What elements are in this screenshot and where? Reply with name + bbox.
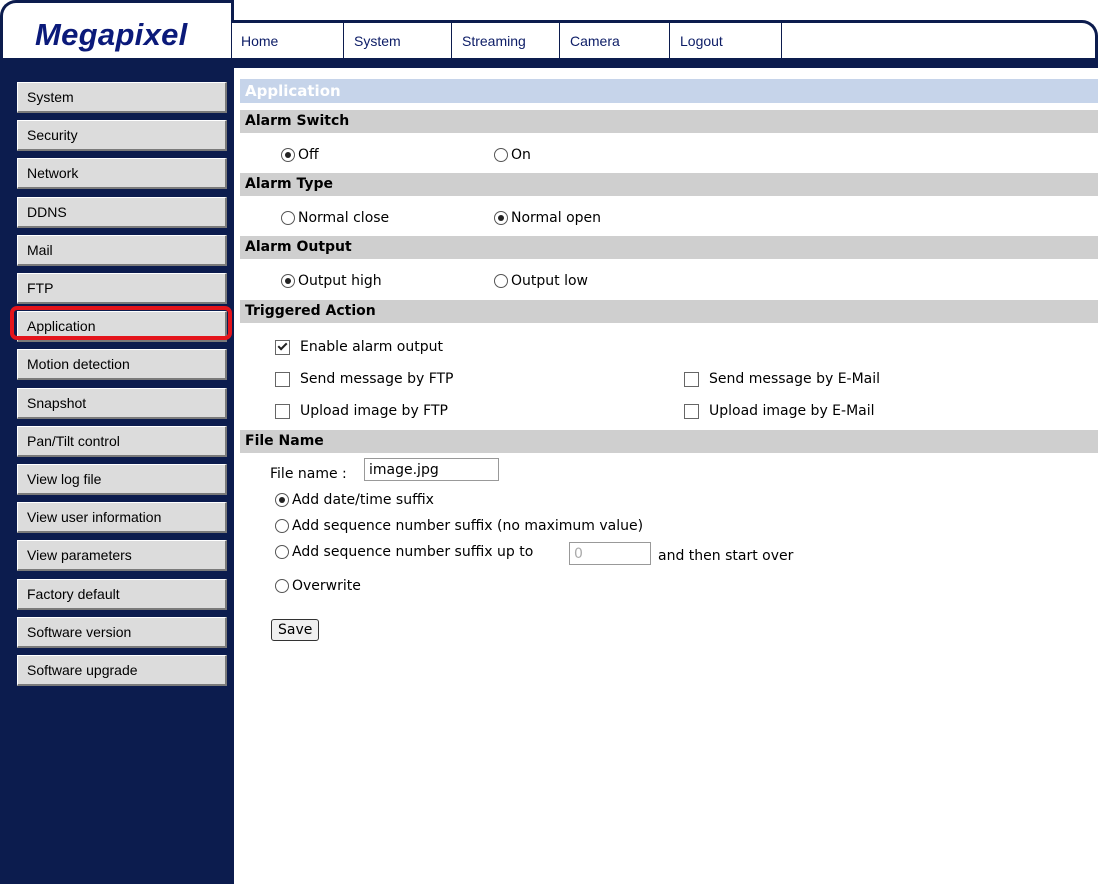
sidebar-item-software-upgrade[interactable]: Software upgrade (17, 655, 227, 686)
sidebar-item-snapshot[interactable]: Snapshot (17, 388, 227, 419)
then-start-over-label: and then start over (658, 548, 794, 564)
radio-icon[interactable] (275, 579, 289, 593)
overwrite-option[interactable]: Overwrite (275, 578, 361, 594)
checkbox-icon[interactable] (684, 371, 699, 387)
tab-home[interactable]: Home (232, 22, 344, 60)
sidebar: System Security Network DDNS Mail FTP Ap… (0, 66, 234, 884)
sidebar-item-factory-default[interactable]: Factory default (17, 579, 227, 610)
sidebar-item-view-user-information[interactable]: View user information (17, 502, 227, 533)
sidebar-item-ftp[interactable]: FTP (17, 273, 227, 304)
option-label: Normal close (298, 210, 390, 226)
alarm-type-normal-open-option[interactable]: Normal open (494, 210, 601, 226)
sidebar-item-ddns[interactable]: DDNS (17, 197, 227, 228)
send-message-email-checkbox[interactable]: Send message by E-Mail (684, 371, 880, 387)
sidebar-item-motion-detection[interactable]: Motion detection (17, 349, 227, 380)
section-alarm-type: Alarm Type (240, 173, 1098, 196)
tab-streaming[interactable]: Streaming (452, 22, 560, 60)
logo-area: Megapixel (0, 0, 234, 60)
section-triggered-action: Triggered Action (240, 300, 1098, 323)
option-label: Output low (511, 273, 588, 289)
checkbox-label: Send message by E-Mail (709, 371, 881, 387)
file-name-label: File name : (270, 466, 347, 482)
option-label: Off (298, 147, 319, 163)
sidebar-item-pan-tilt-control[interactable]: Pan/Tilt control (17, 426, 227, 457)
sidebar-item-view-parameters[interactable]: View parameters (17, 540, 227, 571)
alarm-switch-on-option[interactable]: On (494, 147, 531, 163)
option-label: Add date/time suffix (292, 492, 434, 508)
radio-icon[interactable] (275, 545, 289, 559)
sidebar-item-software-version[interactable]: Software version (17, 617, 227, 648)
radio-icon[interactable] (281, 211, 295, 225)
radio-icon[interactable] (494, 148, 508, 162)
radio-selected-icon[interactable] (275, 493, 289, 507)
main-content: Application Alarm Switch Off On Alarm Ty… (234, 68, 1098, 884)
alarm-type-normal-close-option[interactable]: Normal close (281, 210, 389, 226)
sequence-suffix-upto-option[interactable]: Add sequence number suffix up to (275, 544, 533, 560)
radio-selected-icon[interactable] (281, 148, 295, 162)
checkbox-icon[interactable] (684, 403, 699, 419)
checkbox-icon[interactable] (275, 403, 290, 419)
date-time-suffix-option[interactable]: Add date/time suffix (275, 492, 434, 508)
checkbox-checked-icon[interactable] (275, 339, 290, 355)
file-name-input[interactable] (364, 458, 499, 481)
tab-camera[interactable]: Camera (560, 22, 670, 60)
upload-image-email-checkbox[interactable]: Upload image by E-Mail (684, 403, 875, 419)
send-message-ftp-checkbox[interactable]: Send message by FTP (275, 371, 454, 387)
top-nav: Home System Streaming Camera Logout (232, 22, 782, 60)
option-label: Output high (298, 273, 382, 289)
sidebar-item-view-log-file[interactable]: View log file (17, 464, 227, 495)
section-alarm-switch: Alarm Switch (240, 110, 1098, 133)
section-alarm-output: Alarm Output (240, 236, 1098, 259)
sequence-suffix-option[interactable]: Add sequence number suffix (no maximum v… (275, 518, 643, 534)
checkbox-label: Send message by FTP (300, 371, 454, 387)
alarm-output-low-option[interactable]: Output low (494, 273, 588, 289)
alarm-output-high-option[interactable]: Output high (281, 273, 382, 289)
checkbox-icon[interactable] (275, 371, 290, 387)
logo: Megapixel (35, 17, 188, 52)
save-button[interactable]: Save (271, 619, 320, 641)
sidebar-item-security[interactable]: Security (17, 120, 227, 151)
radio-icon[interactable] (275, 519, 289, 533)
page-title: Application (240, 79, 1098, 103)
checkbox-label: Upload image by E-Mail (709, 403, 875, 419)
sidebar-item-application[interactable]: Application (17, 311, 227, 342)
radio-icon[interactable] (494, 274, 508, 288)
enable-alarm-output-checkbox[interactable]: Enable alarm output (275, 339, 443, 355)
tab-logout[interactable]: Logout (670, 22, 782, 60)
radio-selected-icon[interactable] (281, 274, 295, 288)
option-label: Add sequence number suffix up to (292, 544, 534, 560)
option-label: Overwrite (292, 578, 361, 594)
tab-system[interactable]: System (344, 22, 452, 60)
checkbox-label: Upload image by FTP (300, 403, 448, 419)
sidebar-item-system[interactable]: System (17, 82, 227, 113)
option-label: Add sequence number suffix (no maximum v… (292, 518, 644, 534)
section-file-name: File Name (240, 430, 1098, 453)
option-label: Normal open (511, 210, 602, 226)
alarm-switch-off-option[interactable]: Off (281, 147, 319, 163)
radio-selected-icon[interactable] (494, 211, 508, 225)
upload-image-ftp-checkbox[interactable]: Upload image by FTP (275, 403, 448, 419)
checkbox-label: Enable alarm output (300, 339, 443, 355)
sequence-max-input[interactable] (569, 542, 651, 565)
sidebar-item-network[interactable]: Network (17, 158, 227, 189)
option-label: On (511, 147, 531, 163)
sidebar-item-mail[interactable]: Mail (17, 235, 227, 266)
